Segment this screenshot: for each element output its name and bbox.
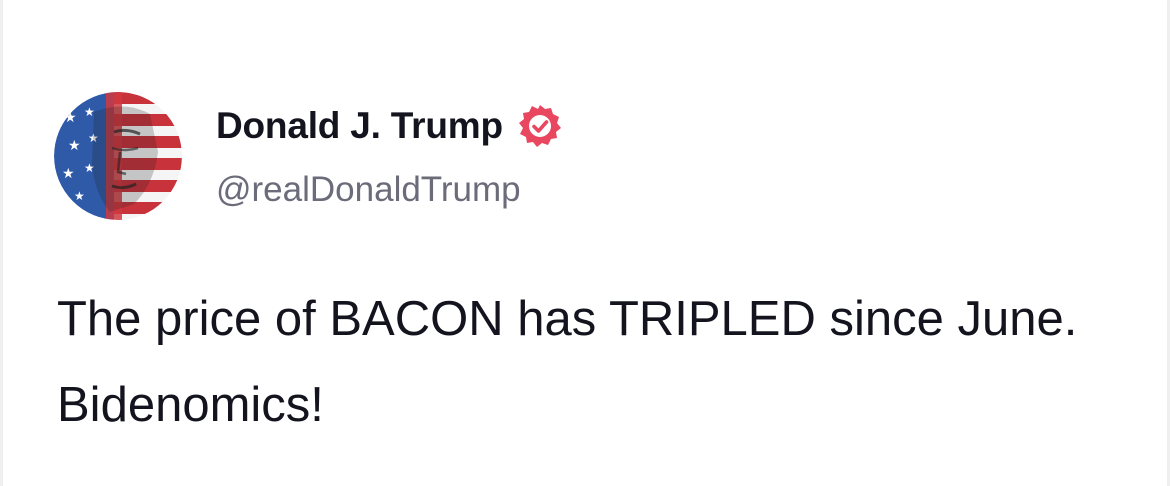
svg-text:★: ★ [68,138,81,154]
avatar[interactable]: ★ ★ ★ ★ ★ ★ ★ [54,92,182,220]
svg-text:★: ★ [64,110,77,126]
flag-portrait-avatar-image: ★ ★ ★ ★ ★ ★ ★ [54,92,182,220]
svg-text:★: ★ [84,105,95,119]
svg-text:★: ★ [62,166,75,182]
verified-check-icon [517,103,563,149]
post-card: ★ ★ ★ ★ ★ ★ ★ Donald J. Trump @realDonal… [0,0,1170,486]
author-handle[interactable]: @realDonaldTrump [216,170,521,210]
post-body-text: The price of BACON has TRIPLED since Jun… [57,292,1078,432]
author-name-row: Donald J. Trump [216,103,563,149]
svg-text:★: ★ [74,189,85,203]
author-display-name[interactable]: Donald J. Trump [216,105,503,147]
